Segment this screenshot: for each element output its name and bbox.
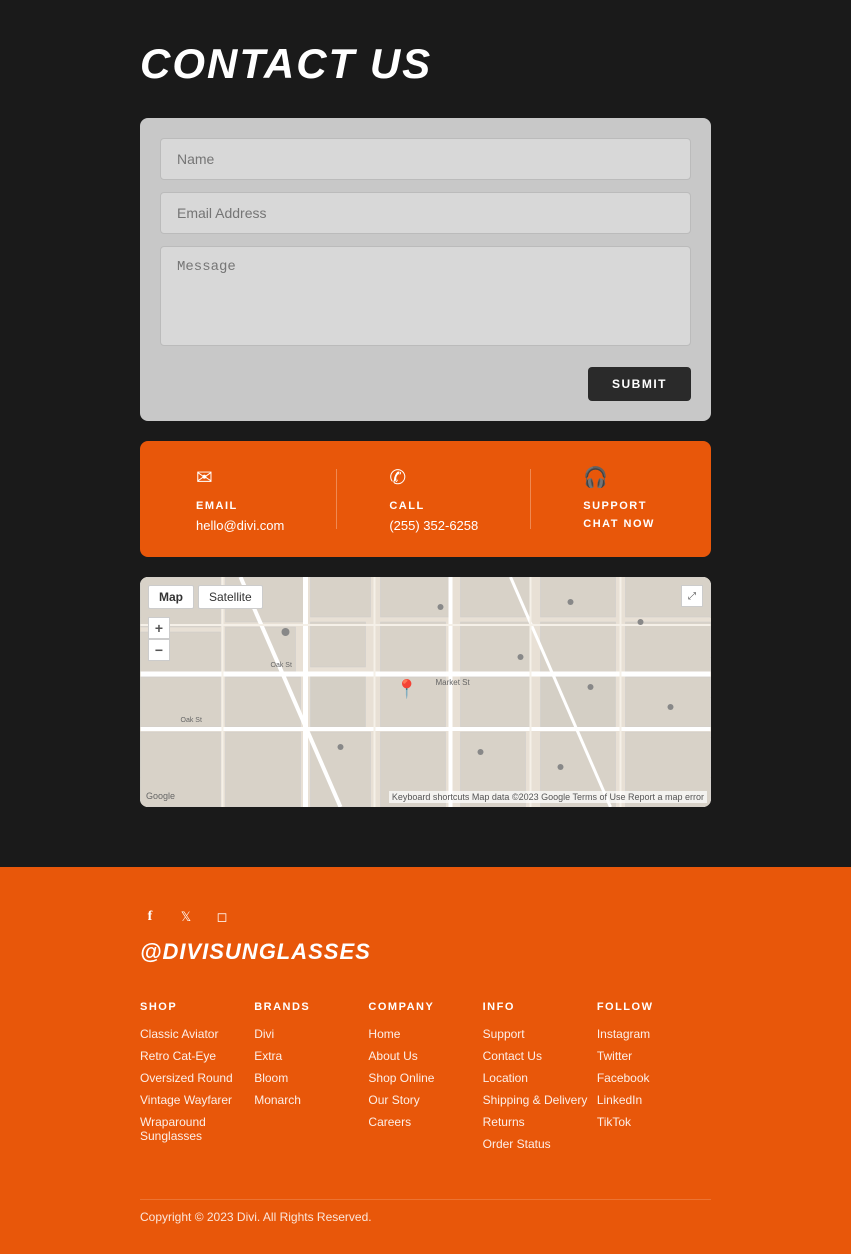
phone-icon: ✆ <box>389 465 406 490</box>
footer-copyright: Copyright © 2023 Divi. All Rights Reserv… <box>140 1199 711 1224</box>
facebook-icon[interactable]: f <box>140 907 160 927</box>
svg-text:Oak St: Oak St <box>271 662 292 669</box>
submit-button[interactable]: SUBMIT <box>588 367 691 401</box>
chat-now-link[interactable]: CHAT NOW <box>583 518 655 530</box>
brands-link-3[interactable]: Bloom <box>254 1071 368 1085</box>
divider-1 <box>336 469 337 529</box>
footer-col-shop: SHOP Classic Aviator Retro Cat-Eye Overs… <box>140 1001 254 1159</box>
follow-link-4[interactable]: LinkedIn <box>597 1093 711 1107</box>
footer-col-follow: FOLLOW Instagram Twitter Facebook Linked… <box>597 1001 711 1159</box>
twitter-icon[interactable]: 𝕏 <box>176 907 196 927</box>
info-link-5[interactable]: Returns <box>483 1115 597 1129</box>
footer-col-company: COMPANY Home About Us Shop Online Our St… <box>368 1001 482 1159</box>
info-link-6[interactable]: Order Status <box>483 1137 597 1151</box>
footer-section: f 𝕏 ◻ @DIVISUNGLASSES SHOP Classic Aviat… <box>0 867 851 1254</box>
footer-columns: SHOP Classic Aviator Retro Cat-Eye Overs… <box>140 1001 711 1159</box>
footer-col-info: INFO Support Contact Us Location Shippin… <box>483 1001 597 1159</box>
shop-link-4[interactable]: Vintage Wayfarer <box>140 1093 254 1107</box>
map-credits: Keyboard shortcuts Map data ©2023 Google… <box>389 791 707 803</box>
svg-text:📍: 📍 <box>396 678 418 699</box>
page-title: CONTACT US <box>140 40 711 88</box>
svg-text:Oak St: Oak St <box>181 717 202 724</box>
brands-link-2[interactable]: Extra <box>254 1049 368 1063</box>
email-input[interactable] <box>160 192 691 234</box>
info-link-3[interactable]: Location <box>483 1071 597 1085</box>
company-link-3[interactable]: Shop Online <box>368 1071 482 1085</box>
call-info: ✆ CALL (255) 352-6258 <box>389 465 478 533</box>
company-link-2[interactable]: About Us <box>368 1049 482 1063</box>
support-label: SUPPORT <box>583 500 647 512</box>
company-link-1[interactable]: Home <box>368 1027 482 1041</box>
shop-link-3[interactable]: Oversized Round <box>140 1071 254 1085</box>
shop-link-1[interactable]: Classic Aviator <box>140 1027 254 1041</box>
call-value: (255) 352-6258 <box>389 518 478 533</box>
name-input[interactable] <box>160 138 691 180</box>
footer-col-brands: BRANDS Divi Extra Bloom Monarch <box>254 1001 368 1159</box>
brands-link-1[interactable]: Divi <box>254 1027 368 1041</box>
map-container[interactable]: Market St Oak St Oak St 📍 Map <box>140 577 711 807</box>
brand-handle: @DIVISUNGLASSES <box>140 939 711 965</box>
map-zoom-in[interactable]: + <box>148 617 170 639</box>
contact-info-bar: ✉ EMAIL hello@divi.com ✆ CALL (255) 352-… <box>140 441 711 557</box>
shop-link-2[interactable]: Retro Cat-Eye <box>140 1049 254 1063</box>
brands-link-4[interactable]: Monarch <box>254 1093 368 1107</box>
info-link-1[interactable]: Support <box>483 1027 597 1041</box>
shop-col-title: SHOP <box>140 1001 254 1013</box>
follow-link-1[interactable]: Instagram <box>597 1027 711 1041</box>
form-footer: SUBMIT <box>160 363 691 401</box>
instagram-icon[interactable]: ◻ <box>212 907 232 927</box>
email-icon: ✉ <box>196 465 213 490</box>
brands-col-title: BRANDS <box>254 1001 368 1013</box>
email-label: EMAIL <box>196 500 238 512</box>
info-link-2[interactable]: Contact Us <box>483 1049 597 1063</box>
company-col-title: COMPANY <box>368 1001 482 1013</box>
map-tab-satellite[interactable]: Satellite <box>198 585 263 609</box>
email-info: ✉ EMAIL hello@divi.com <box>196 465 284 533</box>
follow-link-3[interactable]: Facebook <box>597 1071 711 1085</box>
headset-icon: 🎧 <box>583 465 608 490</box>
svg-text:Market St: Market St <box>436 678 471 687</box>
map-zoom-out[interactable]: − <box>148 639 170 661</box>
follow-link-5[interactable]: TikTok <box>597 1115 711 1129</box>
divider-2 <box>530 469 531 529</box>
follow-col-title: FOLLOW <box>597 1001 711 1013</box>
call-label: CALL <box>389 500 424 512</box>
map-google-label: Google <box>146 791 175 801</box>
social-icons: f 𝕏 ◻ <box>140 907 711 927</box>
info-link-4[interactable]: Shipping & Delivery <box>483 1093 597 1107</box>
shop-link-5[interactable]: Wraparound Sunglasses <box>140 1115 254 1143</box>
company-link-5[interactable]: Careers <box>368 1115 482 1129</box>
email-value: hello@divi.com <box>196 518 284 533</box>
info-col-title: INFO <box>483 1001 597 1013</box>
company-link-4[interactable]: Our Story <box>368 1093 482 1107</box>
map-expand-button[interactable]: ⤢ <box>681 585 703 607</box>
follow-link-2[interactable]: Twitter <box>597 1049 711 1063</box>
map-toolbar: Map Satellite <box>148 585 263 609</box>
top-section: CONTACT US SUBMIT ✉ EMAIL hello@divi.com… <box>0 0 851 867</box>
contact-form-card: SUBMIT <box>140 118 711 421</box>
map-mock: Market St Oak St Oak St 📍 Map <box>140 577 711 807</box>
map-zoom-controls: + − <box>148 617 170 661</box>
map-tab-map[interactable]: Map <box>148 585 194 609</box>
support-info: 🎧 SUPPORT CHAT NOW <box>583 465 655 530</box>
message-input[interactable] <box>160 246 691 346</box>
